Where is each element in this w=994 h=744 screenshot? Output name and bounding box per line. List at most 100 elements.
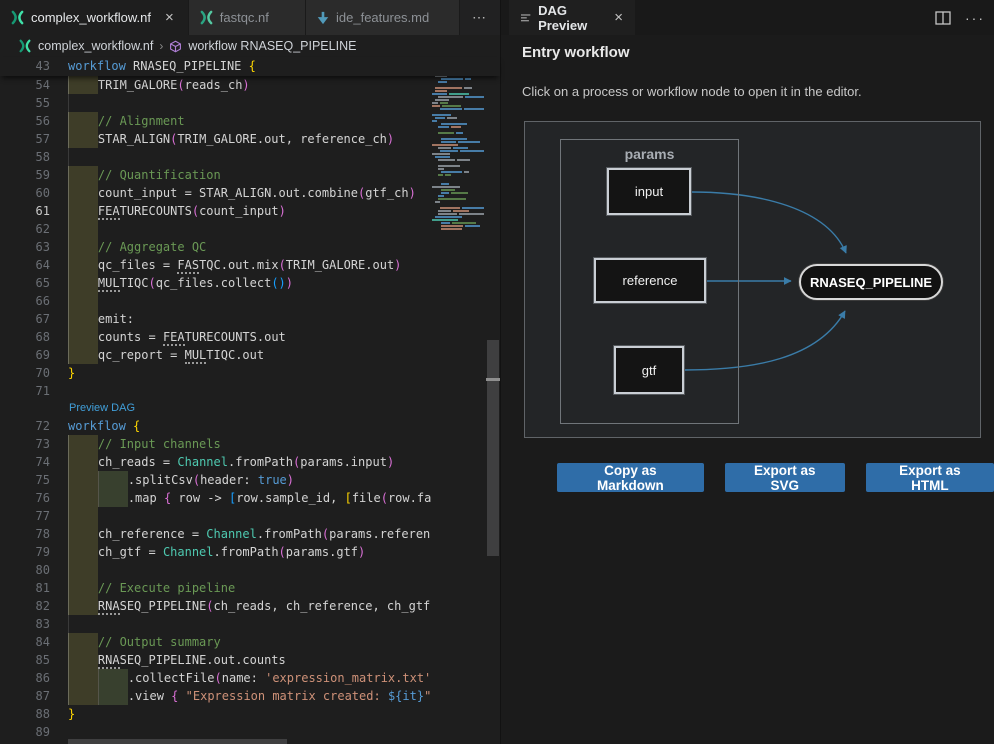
code-line[interactable]: 70} (0, 364, 432, 382)
code-line[interactable]: 54 TRIM_GALORE(reads_ch) (0, 76, 432, 94)
dag-node-reference[interactable]: reference (594, 258, 706, 303)
code-token: FEA (163, 330, 185, 346)
line-number: 63 (0, 238, 68, 256)
line-content (68, 382, 432, 400)
tab-overflow-button[interactable]: ⋯ (460, 0, 500, 35)
code-line[interactable]: 71 (0, 382, 432, 400)
code-token: qc_files = (98, 258, 177, 272)
close-icon[interactable]: × (614, 9, 623, 26)
minimap-line (432, 96, 486, 98)
code-token: MUL (185, 348, 207, 364)
code-line[interactable]: 59 // Quantification (0, 166, 432, 184)
dag-node-gtf[interactable]: gtf (614, 346, 684, 394)
code-line[interactable]: 68 counts = FEATURECOUNTS.out (0, 328, 432, 346)
code-line[interactable]: 76 .map { row -> [row.sample_id, [file(r… (0, 489, 432, 507)
split-editor-icon[interactable] (935, 11, 951, 25)
code-token: ) (287, 473, 294, 487)
export-as-html-button[interactable]: Export as HTML (866, 463, 994, 492)
minimap-line (432, 156, 486, 158)
code-line[interactable]: 78 ch_reference = Channel.fromPath(param… (0, 525, 432, 543)
tab-complex-workflow[interactable]: complex_workflow.nf × (0, 0, 189, 35)
line-number: 65 (0, 274, 68, 292)
panel-header: DAG Preview × ··· (501, 0, 994, 35)
code-line[interactable]: 75 .splitCsv(header: true) (0, 471, 432, 489)
code-line[interactable]: 62 (0, 220, 432, 238)
code-line[interactable]: 80 (0, 561, 432, 579)
code-line[interactable]: 64 qc_files = FASTQC.out.mix(TRIM_GALORE… (0, 256, 432, 274)
dag-node-rnaseq-pipeline[interactable]: RNASEQ_PIPELINE (799, 264, 943, 300)
tab-ide-features[interactable]: ide_features.md (306, 0, 460, 35)
code-line[interactable]: 83 (0, 615, 432, 633)
code-token: header: (200, 473, 258, 487)
dag-node-input[interactable]: input (607, 168, 691, 215)
minimap-line (432, 198, 486, 200)
line-content: .splitCsv(header: true) (68, 471, 432, 489)
code-line[interactable]: 87 .view { "Expression matrix created: $… (0, 687, 432, 705)
code-token: params.referen (329, 527, 430, 541)
code-line[interactable]: 69 qc_report = MULTIQC.out (0, 346, 432, 364)
minimap-line (432, 204, 486, 206)
code-token: row.fa (388, 491, 431, 505)
copy-as-markdown-button[interactable]: Copy as Markdown (557, 463, 704, 492)
minimap-line (432, 111, 486, 113)
editor-pane: complex_workflow.nf × fastqc.nf ide_feat… (0, 0, 500, 744)
code-line[interactable]: 55 (0, 94, 432, 112)
code-line[interactable]: 81 // Execute pipeline (0, 579, 432, 597)
code-token: params.input (300, 455, 387, 469)
code-line[interactable]: 82 RNASEQ_PIPELINE(ch_reads, ch_referenc… (0, 597, 432, 615)
code-line[interactable]: 72workflow { (0, 417, 432, 435)
code-line[interactable]: 66 (0, 292, 432, 310)
more-actions-icon[interactable]: ··· (965, 10, 985, 26)
line-content: qc_report = MULTIQC.out (68, 346, 432, 364)
line-number: 88 (0, 705, 68, 723)
export-as-svg-button[interactable]: Export as SVG (725, 463, 845, 492)
code-line[interactable]: 63 // Aggregate QC (0, 238, 432, 256)
code-line[interactable]: 60 count_input = STAR_ALIGN.out.combine(… (0, 184, 432, 202)
code-token: row.sample_id, (236, 491, 344, 505)
minimap-line (432, 171, 486, 173)
minimap-line (432, 138, 486, 140)
line-number: 84 (0, 633, 68, 651)
close-icon[interactable]: × (165, 10, 174, 25)
breadcrumb[interactable]: complex_workflow.nf › workflow RNASEQ_PI… (0, 35, 500, 57)
minimap[interactable] (432, 57, 486, 242)
code-line[interactable]: 77 (0, 507, 432, 525)
code-token: " (424, 689, 431, 703)
code-area[interactable]: 54 TRIM_GALORE(reads_ch)55 56 // Alignme… (0, 76, 432, 741)
code-token: STAR_ALIGN (98, 132, 170, 146)
line-content: workflow RNASEQ_PIPELINE { (68, 57, 256, 76)
code-token: ( (279, 545, 286, 559)
tab-label: ide_features.md (336, 10, 429, 25)
code-line[interactable]: 67 emit: (0, 310, 432, 328)
code-line[interactable]: 57 STAR_ALIGN(TRIM_GALORE.out, reference… (0, 130, 432, 148)
code-token: ch_reads, ch_reference, ch_gtf (214, 599, 431, 613)
minimap-line (432, 93, 486, 95)
code-line[interactable]: 85 RNASEQ_PIPELINE.out.counts (0, 651, 432, 669)
code-line[interactable]: 61 FEATURECOUNTS(count_input) (0, 202, 432, 220)
code-line[interactable]: 74 ch_reads = Channel.fromPath(params.in… (0, 453, 432, 471)
tab-dag-preview[interactable]: DAG Preview × (509, 0, 635, 35)
minimap-line (432, 81, 486, 83)
vertical-scrollbar-thumb[interactable] (487, 340, 499, 556)
line-content: workflow { (68, 417, 432, 435)
code-line[interactable]: 88} (0, 705, 432, 723)
codelens-preview-dag[interactable]: Preview DAG (0, 400, 432, 417)
sticky-scroll-line[interactable]: 43workflow RNASEQ_PIPELINE { (0, 57, 500, 76)
breadcrumb-symbol[interactable]: workflow RNASEQ_PIPELINE (188, 39, 356, 53)
minimap-line (432, 108, 486, 110)
code-line[interactable]: 79 ch_gtf = Channel.fromPath(params.gtf) (0, 543, 432, 561)
code-line[interactable]: 56 // Alignment (0, 112, 432, 130)
code-line[interactable]: 84 // Output summary (0, 633, 432, 651)
breadcrumb-file[interactable]: complex_workflow.nf (38, 39, 153, 53)
code-line[interactable]: 58 (0, 148, 432, 166)
code-line[interactable]: 73 // Input channels (0, 435, 432, 453)
code-token: .fromPath (214, 545, 279, 559)
code-line[interactable]: 43workflow RNASEQ_PIPELINE { (0, 57, 256, 76)
tab-fastqc[interactable]: fastqc.nf (189, 0, 306, 35)
code-line[interactable]: 86 .collectFile(name: 'expression_matrix… (0, 669, 432, 687)
horizontal-scrollbar-thumb[interactable] (68, 739, 287, 744)
code-token: "Expression matrix created: (186, 689, 388, 703)
minimap-line (432, 213, 486, 215)
code-line[interactable]: 65 MULTIQC(qc_files.collect()) (0, 274, 432, 292)
code-token: // Alignment (98, 114, 185, 128)
